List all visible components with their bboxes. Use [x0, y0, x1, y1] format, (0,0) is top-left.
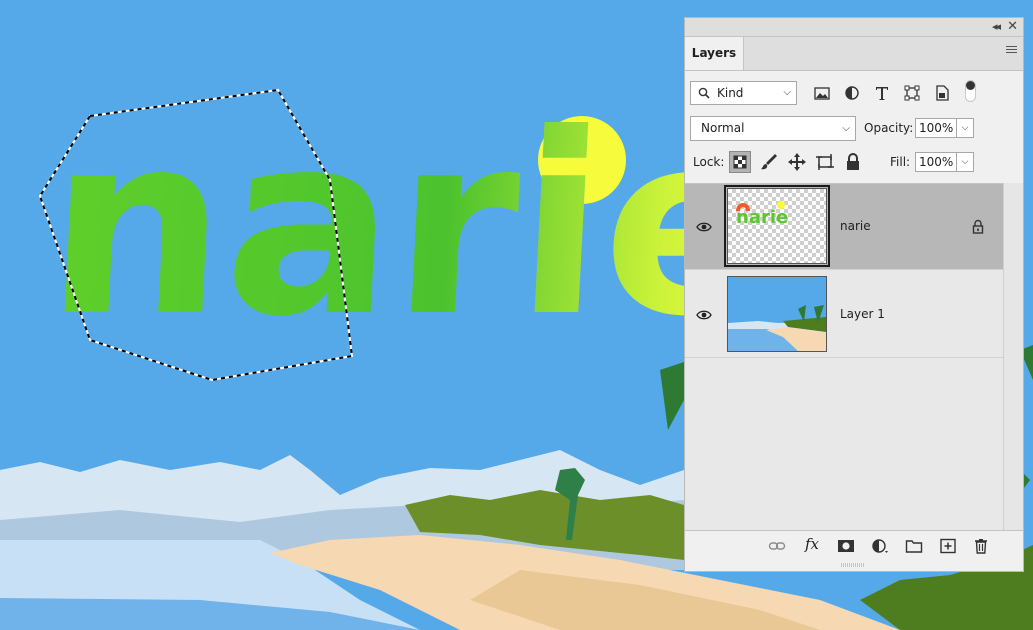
adjustment-layer-icon[interactable] [871, 538, 889, 554]
lock-transparent-pixels-icon[interactable] [729, 151, 751, 173]
layer-row-narie[interactable]: narie narie [685, 184, 1003, 270]
search-icon [698, 87, 710, 99]
shape-filter-icon[interactable] [903, 84, 921, 102]
fill-label: Fill: [890, 155, 911, 169]
resize-grip-icon[interactable] [841, 563, 865, 568]
lock-icon [972, 219, 984, 234]
link-layers-icon[interactable] [768, 538, 786, 554]
smart-object-filter-icon[interactable] [933, 84, 951, 102]
image-filter-icon[interactable] [813, 84, 831, 102]
layers-list: narie narie Layer 1 [685, 183, 1003, 531]
toggle-knob [966, 81, 975, 90]
close-icon[interactable]: ✕ [1007, 19, 1018, 35]
trash-icon[interactable] [972, 538, 990, 554]
fill-input[interactable]: 100% [915, 152, 957, 172]
eye-icon[interactable] [696, 221, 712, 233]
layer-name[interactable]: Layer 1 [840, 307, 885, 321]
opacity-input[interactable]: 100% [915, 118, 957, 138]
eye-icon[interactable] [696, 309, 712, 321]
blend-row: Normal ⌵ Opacity: 100% ⌵ [690, 116, 1017, 142]
filter-kind-select[interactable]: Kind ⌵ [690, 81, 797, 105]
transparent-text-thumbnail[interactable]: narie [724, 185, 830, 267]
lock-all-icon[interactable] [842, 151, 864, 173]
lock-artboard-icon[interactable] [814, 151, 836, 173]
layers-panel: ◂◂ ✕ Layers Kind ⌵ Normal ⌵ Opacity: 100… [684, 17, 1024, 572]
panel-titlebar[interactable]: ◂◂ ✕ [685, 18, 1023, 37]
lock-image-pixels-icon[interactable] [758, 151, 780, 173]
new-layer-icon[interactable] [939, 538, 957, 554]
layers-scrollbar[interactable] [1003, 183, 1023, 530]
adjustment-filter-icon[interactable] [843, 84, 861, 102]
collapse-panel-icon[interactable]: ◂◂ [992, 19, 1001, 35]
layer-mask-icon[interactable] [837, 538, 855, 554]
opacity-dropdown[interactable]: ⌵ [957, 118, 974, 138]
panel-tab-row: Layers [685, 37, 1023, 71]
tab-layers[interactable]: Layers [685, 37, 744, 70]
layers-bottom-toolbar: fx [685, 530, 1023, 561]
lock-label: Lock: [693, 155, 725, 169]
lock-position-icon[interactable] [786, 151, 808, 173]
blend-mode-select[interactable]: Normal ⌵ [690, 116, 856, 141]
beach-thumbnail[interactable] [727, 276, 827, 352]
layer-filter-row: Kind ⌵ [690, 80, 1017, 107]
chevron-down-icon: ⌵ [783, 87, 791, 98]
new-group-icon[interactable] [905, 538, 923, 554]
blend-mode-value: Normal [701, 121, 745, 135]
fill-dropdown[interactable]: ⌵ [957, 152, 974, 172]
filter-kind-label: Kind [717, 86, 744, 100]
svg-text:narie: narie [736, 207, 788, 228]
narie-text: narie [41, 81, 781, 372]
chevron-down-icon: ⌵ [842, 123, 850, 134]
filter-toggle[interactable] [965, 80, 976, 102]
type-filter-icon[interactable] [873, 84, 891, 102]
layer-name[interactable]: narie [840, 219, 871, 233]
layer-row-layer-1[interactable]: Layer 1 [685, 270, 1003, 358]
panel-menu-icon[interactable] [1006, 46, 1017, 55]
lock-row: Lock: Fill: 100% ⌵ [690, 150, 1017, 176]
fx-icon[interactable]: fx [805, 535, 819, 553]
opacity-label: Opacity: [864, 121, 914, 135]
